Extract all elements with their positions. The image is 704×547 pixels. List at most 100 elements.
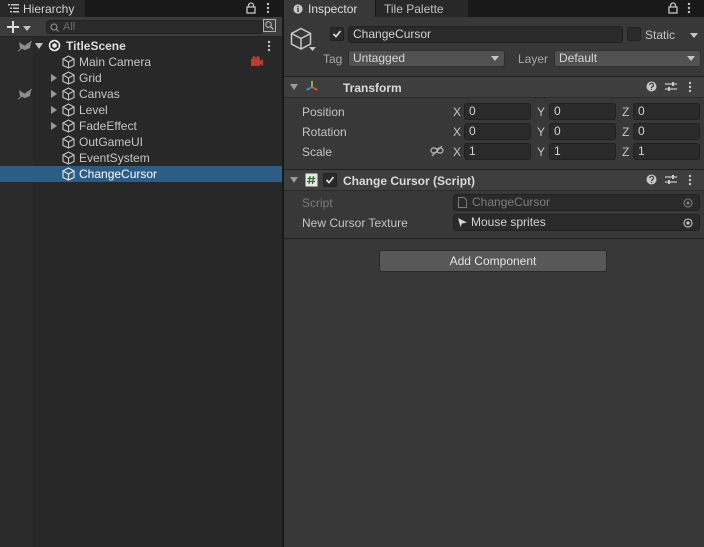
chevron-down-icon — [491, 56, 499, 61]
components-end-divider — [284, 238, 704, 239]
hierarchy-item-outgameui[interactable]: OutGameUI — [0, 134, 282, 150]
tab-inspector[interactable]: Inspector — [284, 0, 375, 17]
scale-x-field[interactable]: 1 — [464, 143, 531, 160]
scale-label: Scale — [302, 145, 333, 159]
kebab-menu-icon[interactable] — [687, 2, 691, 14]
script-component-header[interactable]: Change Cursor (Script) — [284, 169, 704, 191]
script-file-icon — [458, 197, 467, 208]
tag-dropdown[interactable]: Untagged — [348, 50, 505, 67]
scale-y-field[interactable]: 1 — [549, 143, 616, 160]
search-icon — [50, 23, 61, 32]
gameobject-cube-icon — [62, 87, 75, 101]
hierarchy-item-grid[interactable]: Grid — [0, 70, 282, 86]
foldout-arrow-icon[interactable] — [51, 90, 57, 98]
hidden-visibility-icon[interactable] — [18, 89, 32, 100]
foldout-arrow-icon[interactable] — [51, 74, 57, 82]
static-dropdown-icon[interactable] — [690, 33, 698, 38]
foldout-arrow-icon[interactable] — [290, 84, 298, 90]
scale-x-axis-label[interactable]: X — [453, 144, 461, 160]
position-x-value: 0 — [469, 104, 476, 118]
sprite-texture-icon — [458, 218, 467, 227]
transform-header[interactable]: Transform — [284, 76, 704, 98]
tab-hierarchy[interactable]: Hierarchy — [0, 0, 85, 17]
gameobject-cube-icon — [62, 103, 75, 117]
scale-z-value: 1 — [638, 144, 645, 158]
preset-sliders-icon[interactable] — [665, 174, 677, 185]
hierarchy-item-changecursor[interactable]: ChangeCursor — [0, 166, 282, 182]
lock-icon[interactable] — [668, 2, 678, 14]
tab-tile-palette[interactable]: Tile Palette — [376, 0, 468, 17]
position-y-axis-label[interactable]: Y — [537, 104, 545, 120]
hierarchy-item-eventsystem[interactable]: EventSystem — [0, 150, 282, 166]
rotation-y-field[interactable]: 0 — [549, 123, 616, 140]
position-z-axis-label[interactable]: Z — [622, 104, 629, 120]
hierarchy-item-main-camera[interactable]: Main Camera — [0, 54, 282, 70]
script-object-field: ChangeCursor — [453, 194, 700, 211]
script-enabled-checkbox[interactable] — [323, 173, 337, 187]
rotation-x-field[interactable]: 0 — [464, 123, 531, 140]
create-plus-icon[interactable] — [7, 21, 19, 33]
hierarchy-list-icon — [8, 4, 19, 13]
layer-dropdown[interactable]: Default — [554, 50, 701, 67]
position-z-field[interactable]: 0 — [633, 103, 700, 120]
scale-x-value: 1 — [469, 144, 476, 158]
scale-z-axis-label[interactable]: Z — [622, 144, 629, 160]
foldout-arrow-icon[interactable] — [51, 106, 57, 114]
static-label: Static — [645, 28, 676, 42]
hierarchy-item-level[interactable]: Level — [0, 102, 282, 118]
object-picker-icon[interactable] — [683, 218, 693, 228]
kebab-menu-icon[interactable] — [266, 2, 270, 14]
position-x-field[interactable]: 0 — [464, 103, 531, 120]
cursor-texture-field[interactable]: Mouse sprites — [453, 214, 700, 231]
link-scale-icon[interactable] — [430, 145, 444, 157]
inspector-tab-label: Inspector — [308, 1, 358, 16]
preset-sliders-icon[interactable] — [665, 81, 677, 92]
icon-dropdown-icon[interactable] — [309, 47, 316, 51]
tile-palette-tab-label: Tile Palette — [384, 1, 444, 16]
hierarchy-item-fadeeffect[interactable]: FadeEffect — [0, 118, 282, 134]
position-y-field[interactable]: 0 — [549, 103, 616, 120]
scale-y-value: 1 — [554, 144, 561, 158]
component-menu-icon[interactable] — [688, 174, 692, 186]
rotation-y-axis-label[interactable]: Y — [537, 124, 545, 140]
lock-icon[interactable] — [246, 2, 256, 14]
static-checkbox[interactable] — [627, 27, 641, 41]
unity-scene-icon — [48, 39, 61, 52]
object-name-field[interactable]: ChangeCursor — [348, 26, 623, 43]
info-icon — [293, 3, 303, 14]
gameobject-cube-icon — [62, 119, 75, 133]
scene-menu-icon[interactable] — [267, 40, 271, 52]
create-dropdown-icon[interactable] — [23, 26, 31, 31]
rotation-y-value: 0 — [554, 124, 561, 138]
component-menu-icon[interactable] — [688, 81, 692, 93]
scale-z-field[interactable]: 1 — [633, 143, 700, 160]
csharp-script-icon — [305, 173, 318, 187]
active-checkbox[interactable] — [330, 27, 344, 41]
help-icon[interactable] — [646, 81, 657, 92]
scene-foldout-icon[interactable] — [35, 43, 43, 49]
rotation-z-value: 0 — [638, 124, 645, 138]
rotation-x-axis-label[interactable]: X — [453, 124, 461, 140]
camera-gizmo-icon — [250, 56, 264, 67]
hierarchy-item-label: Grid — [79, 71, 102, 85]
scale-y-axis-label[interactable]: Y — [537, 144, 545, 160]
scene-name: TitleScene — [66, 39, 126, 53]
position-label: Position — [302, 105, 345, 119]
scene-row[interactable]: TitleScene — [0, 38, 282, 54]
scene-visibility-icon[interactable] — [18, 41, 32, 52]
foldout-arrow-icon[interactable] — [290, 177, 298, 183]
foldout-arrow-icon[interactable] — [51, 122, 57, 130]
position-x-axis-label[interactable]: X — [453, 104, 461, 120]
gameobject-cube-icon — [62, 151, 75, 165]
cursor-texture-label: New Cursor Texture — [302, 216, 408, 230]
hierarchy-item-label: ChangeCursor — [79, 167, 158, 181]
search-input[interactable]: All — [46, 20, 263, 34]
search-filter-icon[interactable] — [263, 19, 276, 32]
rotation-z-axis-label[interactable]: Z — [622, 124, 629, 140]
help-icon[interactable] — [646, 174, 657, 185]
object-picker-icon — [683, 198, 693, 208]
checkmark-icon — [325, 176, 335, 184]
rotation-z-field[interactable]: 0 — [633, 123, 700, 140]
hierarchy-item-canvas[interactable]: Canvas — [0, 86, 282, 102]
add-component-button[interactable]: Add Component — [379, 250, 607, 272]
